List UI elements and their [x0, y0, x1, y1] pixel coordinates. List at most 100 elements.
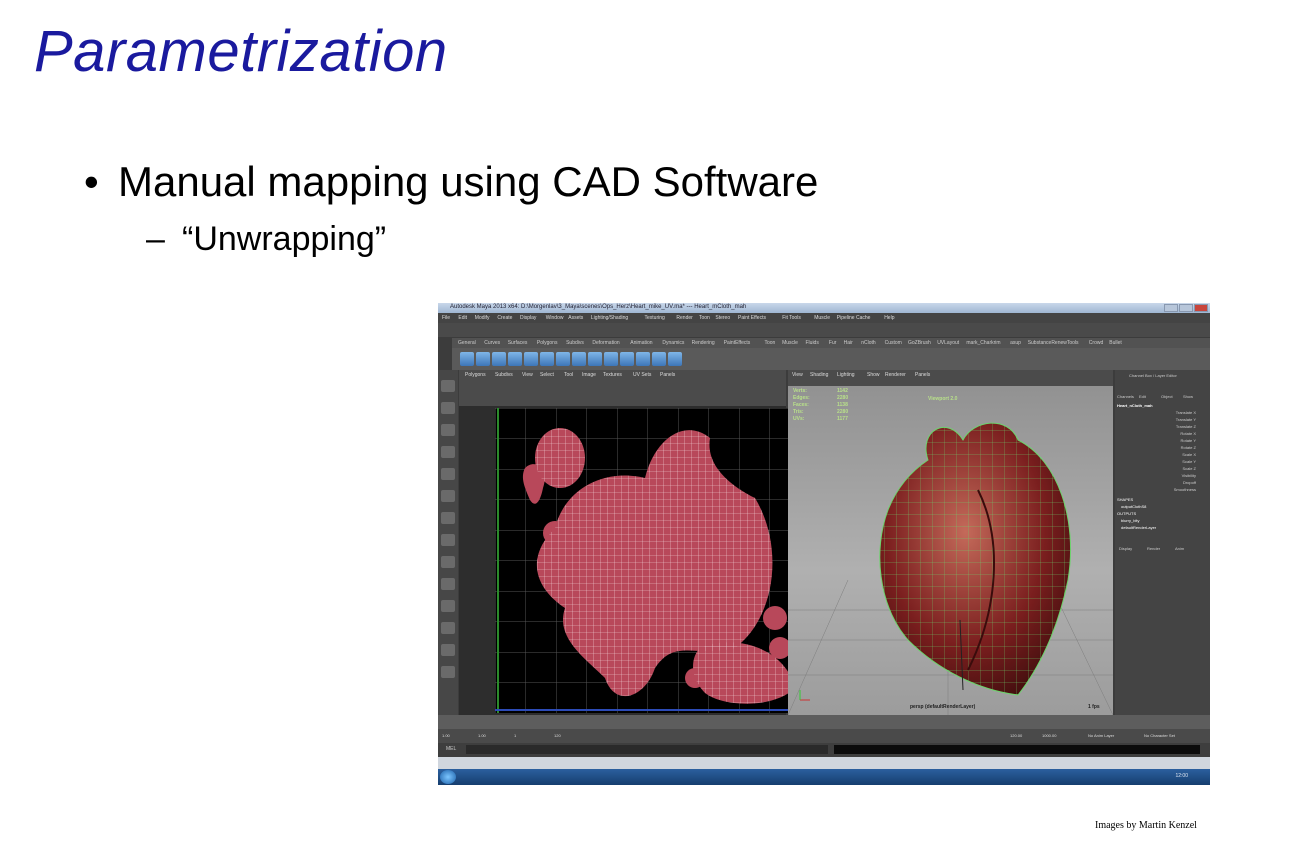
- uv-menu-item: Polygons: [465, 372, 486, 378]
- shelf-tab: asup: [1010, 340, 1021, 346]
- channel-attribute: Translate Y: [1175, 417, 1196, 422]
- shelf-tab: GoZBrush: [908, 340, 931, 346]
- toolbox-tool-icon: [441, 578, 455, 590]
- image-credit: Images by Martin Kenzel: [1095, 820, 1197, 831]
- menu-item: Create: [497, 315, 513, 321]
- shelf-tab: Rendering: [691, 340, 715, 346]
- maximize-icon: [1179, 304, 1193, 312]
- channel-tab: Edit: [1139, 394, 1146, 399]
- shelf-tool-icon: [460, 352, 474, 366]
- sub-bullet-dash: –: [146, 220, 165, 258]
- layer-tab: Render: [1147, 546, 1161, 551]
- uv-layout-image: [495, 408, 800, 713]
- toolbox-tool-icon: [441, 446, 455, 458]
- output-item: blurry_blty: [1121, 518, 1140, 523]
- heart-model: [788, 422, 1113, 715]
- shelf-tool-icon: [620, 352, 634, 366]
- outputs-label: OUTPUTS: [1117, 511, 1137, 516]
- menu-item: Fit Tools: [782, 315, 801, 321]
- channel-attribute: Scale Y: [1182, 459, 1196, 464]
- window-titlebar: Autodesk Maya 2013 x64: D:\Morgenlav\3_M…: [438, 303, 1210, 313]
- shelf-tab: Polygons: [536, 340, 558, 346]
- shelf-tab: Deformation: [592, 340, 620, 346]
- shelf-tab: Subdivs: [566, 340, 584, 346]
- shelf-tab: Crowd: [1088, 340, 1104, 346]
- range-value: 120.00: [1010, 733, 1023, 738]
- toolbox-tool-icon: [441, 534, 455, 546]
- channel-attribute: Dropoff: [1182, 480, 1196, 485]
- shelf-tab: PaintEffects: [723, 340, 751, 346]
- bullet-2-text: “Unwrapping”: [182, 220, 387, 258]
- uv-texture-editor: Polygons Subdivs View Select Tool Image Textur…: [459, 370, 800, 715]
- uv-menu-item: Panels: [660, 372, 676, 378]
- shape-item: outputClothS8: [1121, 504, 1147, 509]
- menu-item: Help: [884, 315, 895, 321]
- range-slider: 1.00 1.00 1 120 120.00 1000.00 No Anim Layer No…: [438, 729, 1210, 743]
- range-value: 1.00: [442, 733, 450, 738]
- menu-item: Assets: [568, 315, 584, 321]
- channel-box-header: Channel Box / Layer Editor: [1129, 373, 1177, 378]
- layer-tab: Display: [1119, 546, 1133, 551]
- slide-title: Parametrization: [34, 19, 448, 84]
- shelf-tool-icon: [476, 352, 490, 366]
- windows-taskbar: 12:00: [438, 769, 1210, 785]
- channel-tab: Object: [1161, 394, 1173, 399]
- range-value: 1000.00: [1042, 733, 1057, 738]
- shelf-tool-icon: [604, 352, 618, 366]
- channel-attribute: Smoothness: [1173, 487, 1196, 492]
- shelf-tab: Fur: [828, 340, 837, 346]
- shelf: [452, 348, 1210, 370]
- shelf-tab: Bullet: [1109, 340, 1122, 346]
- menu-item: Muscle: [814, 315, 831, 321]
- command-output: [834, 745, 1200, 754]
- shelf-tab: Curves: [484, 340, 501, 346]
- uv-menu-item: UV Sets: [633, 372, 652, 378]
- shelf-tool-icon: [492, 352, 506, 366]
- channel-attribute: Translate X: [1175, 410, 1196, 415]
- channel-box: Channel Box / Layer Editor Channels Edit Ob…: [1115, 370, 1210, 715]
- menu-item: Window: [545, 315, 564, 321]
- toolbox-tool-icon: [441, 600, 455, 612]
- shelf-tab: nCloth: [861, 340, 876, 346]
- channel-tab: Show: [1183, 394, 1194, 399]
- menu-item: File: [442, 315, 451, 321]
- channel-attribute: Rotate Z: [1180, 445, 1196, 450]
- uv-editor-toolbar: Polygons Subdivs View Select Tool Image Textur…: [459, 370, 786, 406]
- shelf-tool-icon: [524, 352, 538, 366]
- shelf-tool-icon: [556, 352, 570, 366]
- bullet-manual-mapping: • Manual mapping using CAD Software: [84, 158, 818, 206]
- uv-menu-item: Image: [582, 372, 596, 378]
- axis-gizmo-icon: [799, 690, 810, 701]
- shelf-tab: Hair: [843, 340, 853, 346]
- menu-item: Toon: [699, 315, 710, 321]
- channel-attribute: Visibility: [1181, 473, 1196, 478]
- shelf-tool-icon: [508, 352, 522, 366]
- fps-readout: 1 fps: [1088, 704, 1100, 710]
- shelf-tab: Dynamics: [662, 340, 685, 346]
- channel-attribute: Translate Z: [1175, 424, 1196, 429]
- toolbox-tool-icon: [441, 622, 455, 634]
- shelf-tab: Muscle: [782, 340, 798, 346]
- menu-item: Pipeline Cache: [836, 315, 871, 321]
- status-line: [438, 323, 1210, 337]
- bullet-1-text: Manual mapping using CAD Software: [118, 158, 819, 205]
- shelf-tool-icon: [636, 352, 650, 366]
- shelf-tab: General: [458, 340, 476, 346]
- perspective-viewport: View Shading Lighting Show Renderer Panels Ve…: [788, 370, 1113, 715]
- shelf-tool-icon: [572, 352, 586, 366]
- menu-item: Edit: [458, 315, 468, 321]
- shelf-tab: Fluids: [805, 340, 819, 346]
- bullet-dot: •: [84, 158, 99, 205]
- shelf-tool-icon: [668, 352, 682, 366]
- channel-attribute: Rotate Y: [1180, 438, 1197, 443]
- shelf-tool-icon: [652, 352, 666, 366]
- range-value: 1.00: [478, 733, 486, 738]
- window-title: Autodesk Maya 2013 x64: D:\Morgenlav\3_M…: [450, 304, 747, 310]
- menu-item: Display: [520, 315, 537, 321]
- object-name: Heart_nCloth_mah: [1117, 403, 1153, 408]
- sub-bullet-unwrapping: – “Unwrapping”: [146, 220, 386, 259]
- toolbox-tool-icon: [441, 380, 455, 392]
- toolbox-tool-icon: [441, 468, 455, 480]
- uv-menu-item: Subdivs: [495, 372, 513, 378]
- minimize-icon: [1164, 304, 1178, 312]
